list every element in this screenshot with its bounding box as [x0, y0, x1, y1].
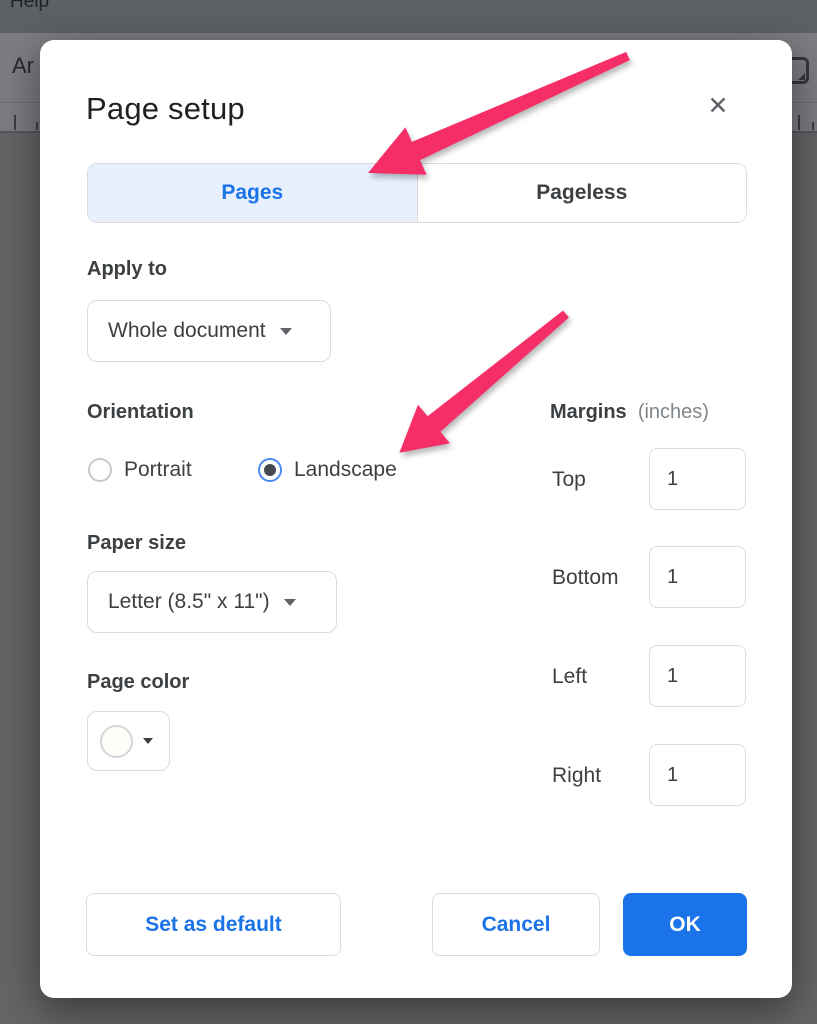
- set-as-default-button[interactable]: Set as default: [86, 893, 341, 956]
- margins-unit-text: (inches): [638, 401, 709, 423]
- dialog-title: Page setup: [86, 91, 245, 127]
- ok-button[interactable]: OK: [623, 893, 747, 956]
- margin-left-input[interactable]: [649, 645, 746, 707]
- font-family-selector[interactable]: Ar: [12, 53, 34, 79]
- tab-pages[interactable]: Pages: [88, 164, 417, 222]
- margins-label-text: Margins: [550, 401, 627, 423]
- screen: Help Ar Page setup ✕ Pages Pageless Appl…: [0, 0, 817, 1024]
- apply-to-dropdown[interactable]: Whole document: [87, 300, 331, 362]
- radio-landscape[interactable]: Landscape: [258, 458, 397, 482]
- tab-pageless[interactable]: Pageless: [417, 164, 747, 222]
- radio-portrait-label: Portrait: [124, 458, 192, 482]
- chevron-down-icon: [280, 328, 292, 335]
- margin-top-input[interactable]: [649, 448, 746, 510]
- margin-left-label: Left: [552, 665, 587, 689]
- chevron-down-icon: [284, 599, 296, 606]
- color-swatch-white-icon: [100, 725, 133, 758]
- apply-to-label: Apply to: [87, 258, 167, 281]
- chevron-down-icon: [143, 738, 153, 744]
- tab-bar: Pages Pageless: [87, 163, 747, 223]
- ruler-tick: [812, 122, 814, 130]
- margin-bottom-input[interactable]: [649, 546, 746, 608]
- page-color-picker[interactable]: [87, 711, 170, 771]
- orientation-label: Orientation: [87, 401, 194, 424]
- margin-right-input[interactable]: [649, 744, 746, 806]
- radio-landscape-label: Landscape: [294, 458, 397, 482]
- margins-label: Margins (inches): [550, 401, 709, 424]
- radio-portrait[interactable]: Portrait: [88, 458, 192, 482]
- app-menu-bar: Help: [0, 0, 817, 33]
- page-color-label: Page color: [87, 671, 189, 694]
- ruler-tick: [14, 115, 16, 130]
- radio-selected-icon[interactable]: [258, 458, 282, 482]
- margin-right-label: Right: [552, 764, 601, 788]
- paper-size-dropdown[interactable]: Letter (8.5" x 11"): [87, 571, 337, 633]
- menu-item-help[interactable]: Help: [10, 0, 49, 13]
- apply-to-value: Whole document: [108, 319, 266, 343]
- page-setup-dialog: Page setup ✕ Pages Pageless Apply to Who…: [40, 40, 792, 998]
- margins-unit-note: (inches): [632, 401, 709, 423]
- cancel-button[interactable]: Cancel: [432, 893, 600, 956]
- margin-top-label: Top: [552, 468, 586, 492]
- close-icon[interactable]: ✕: [700, 88, 736, 124]
- paper-size-value: Letter (8.5" x 11"): [108, 590, 270, 614]
- radio-unselected-icon[interactable]: [88, 458, 112, 482]
- margin-bottom-label: Bottom: [552, 566, 619, 590]
- paper-size-label: Paper size: [87, 532, 186, 555]
- ruler-tick: [36, 122, 38, 130]
- ruler-tick: [798, 115, 800, 130]
